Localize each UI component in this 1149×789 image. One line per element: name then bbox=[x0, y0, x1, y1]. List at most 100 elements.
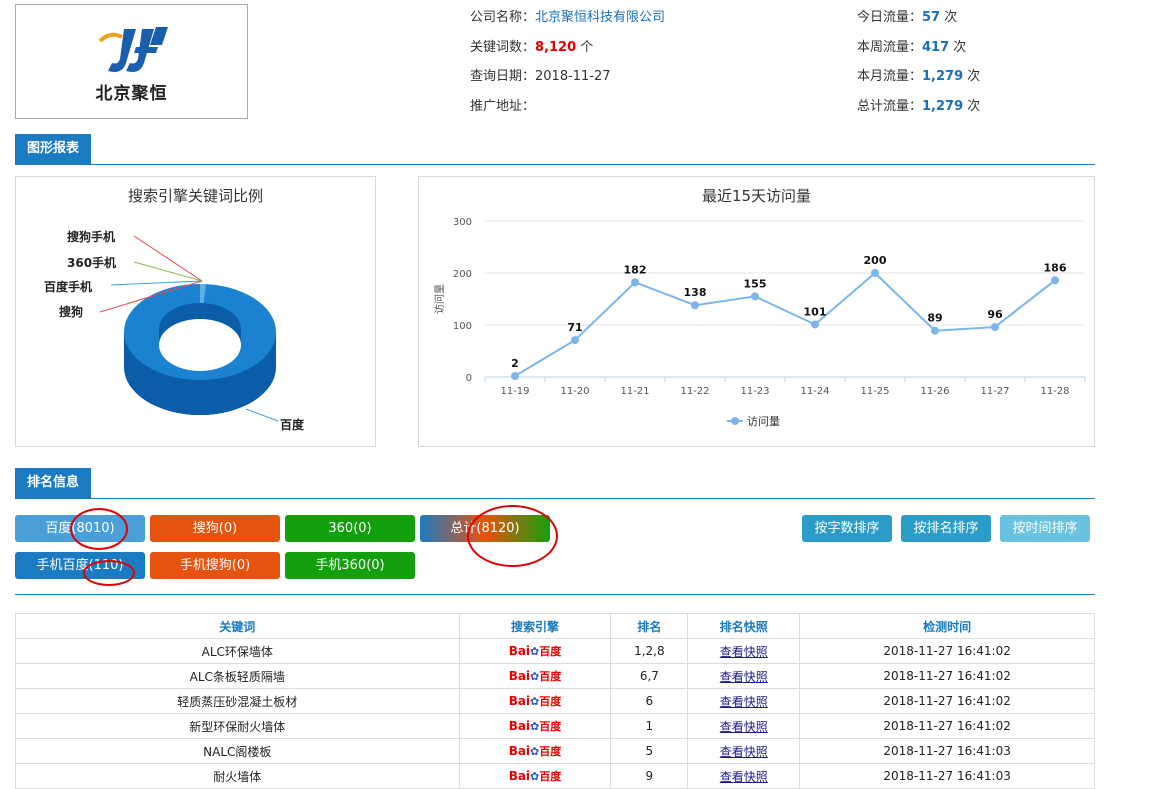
pie-label-sogou-mobile: 搜狗手机 bbox=[67, 229, 115, 244]
data-label: 101 bbox=[804, 305, 827, 318]
keyword-count-label: 关键词数： bbox=[470, 40, 536, 55]
today-traffic-value: 57 bbox=[922, 10, 941, 25]
keyword-count-row: 关键词数：8,120 个 bbox=[470, 38, 665, 58]
table-row: NALC阁楼板 Bai✿百度 5 查看快照 2018-11-27 16:41:0… bbox=[15, 738, 1095, 764]
line-chart: 0 100 200 300 访问量 11-19 11-20 11-21 11-22 11-23 11… bbox=[433, 217, 1086, 428]
traffic-info: 今日流量：57 次 本周流量：417 次 本月流量：1,279 次 总计流量：1… bbox=[857, 8, 980, 117]
company-name-link[interactable]: 北京聚恒科技有限公司 bbox=[535, 10, 665, 25]
legend-marker bbox=[731, 417, 739, 425]
snapshot-link[interactable]: 查看快照 bbox=[720, 770, 768, 784]
logo-mark-icon bbox=[98, 27, 168, 72]
engine-cell: Bai✿百度 bbox=[458, 713, 612, 739]
filter-360-button[interactable]: 360(0) bbox=[285, 515, 415, 542]
snapshot-link[interactable]: 查看快照 bbox=[720, 695, 768, 709]
total-traffic-value: 1,279 bbox=[922, 99, 964, 114]
tab-charts[interactable]: 图形报表 bbox=[15, 134, 92, 164]
time-cell: 2018-11-27 16:41:02 bbox=[799, 688, 1095, 714]
data-point bbox=[631, 278, 639, 287]
keyword-cell: 耐火墙体 bbox=[15, 763, 460, 789]
pie-hole bbox=[159, 319, 241, 371]
time-cell: 2018-11-27 16:41:02 bbox=[799, 713, 1095, 739]
x-tick-label: 11-24 bbox=[800, 386, 829, 397]
total-traffic-unit: 次 bbox=[967, 99, 981, 114]
filter-mobile-360-button[interactable]: 手机360(0) bbox=[285, 552, 415, 579]
table-row: 新型环保耐火墙体 Bai✿百度 1 查看快照 2018-11-27 16:41:… bbox=[15, 713, 1095, 739]
table-row: ALC条板轻质隔墙 Bai✿百度 6,7 查看快照 2018-11-27 16:… bbox=[15, 663, 1095, 689]
snapshot-link[interactable]: 查看快照 bbox=[720, 670, 768, 684]
baidu-logo-icon: Bai✿百度 bbox=[508, 694, 562, 708]
snapshot-link[interactable]: 查看快照 bbox=[720, 645, 768, 659]
month-traffic-label: 本月流量： bbox=[857, 69, 923, 84]
data-point bbox=[811, 320, 819, 329]
data-label: 2 bbox=[511, 357, 519, 370]
x-tick-label: 11-25 bbox=[860, 386, 889, 397]
x-tick-label: 11-19 bbox=[500, 386, 529, 397]
filter-sogou-button[interactable]: 搜狗(0) bbox=[150, 515, 280, 542]
x-tick-label: 11-26 bbox=[920, 386, 949, 397]
section-divider bbox=[15, 594, 1095, 595]
pie-label-baidu-mobile: 百度手机 bbox=[44, 279, 92, 294]
rank-cell: 6 bbox=[610, 688, 689, 714]
annotation-circle bbox=[467, 505, 558, 567]
section-divider bbox=[15, 164, 1095, 165]
pie-label-sogou: 搜狗 bbox=[59, 304, 83, 319]
filter-mobile-sogou-button[interactable]: 手机搜狗(0) bbox=[150, 552, 280, 579]
week-traffic-value: 417 bbox=[922, 40, 950, 55]
baidu-logo-icon: Bai✿百度 bbox=[508, 669, 562, 683]
week-traffic-unit: 次 bbox=[953, 40, 967, 55]
data-label: 89 bbox=[927, 312, 942, 325]
x-tick-label: 11-21 bbox=[620, 386, 649, 397]
month-traffic-unit: 次 bbox=[967, 69, 981, 84]
snapshot-cell: 查看快照 bbox=[687, 713, 801, 739]
keyword-cell: ALC条板轻质隔墙 bbox=[15, 663, 460, 689]
y-tick-label: 100 bbox=[453, 321, 472, 332]
week-traffic-row: 本周流量：417 次 bbox=[857, 38, 980, 58]
query-date-value: 2018-11-27 bbox=[535, 69, 611, 84]
company-info: 公司名称：北京聚恒科技有限公司 关键词数：8,120 个 查询日期：2018-1… bbox=[470, 8, 665, 117]
data-label: 96 bbox=[987, 308, 1003, 321]
data-point bbox=[691, 301, 699, 310]
rank-cell: 6,7 bbox=[610, 663, 689, 689]
keyword-count-unit: 个 bbox=[580, 40, 594, 55]
pie-chart-panel: 搜索引擎关键词比例 搜狗手机 360手机 百度手机 搜狗 百度 bbox=[15, 176, 376, 447]
baidu-logo-icon: Bai✿百度 bbox=[508, 719, 562, 733]
table-row: 轻质蒸压砂混凝土板材 Bai✿百度 6 查看快照 2018-11-27 16:4… bbox=[15, 688, 1095, 714]
today-traffic-row: 今日流量：57 次 bbox=[857, 8, 980, 28]
query-date-row: 查询日期：2018-11-27 bbox=[470, 67, 665, 87]
line-chart-panel: 最近15天访问量 0 100 200 300 访问量 11-19 11-20 11-21 11-… bbox=[418, 176, 1095, 447]
y-tick-label: 0 bbox=[466, 373, 472, 384]
sort-by-time-button[interactable]: 按时间排序 bbox=[1000, 515, 1090, 542]
engine-cell: Bai✿百度 bbox=[458, 738, 612, 764]
keyword-cell: 新型环保耐火墙体 bbox=[15, 713, 460, 739]
rank-cell: 1 bbox=[610, 713, 689, 739]
week-traffic-label: 本周流量： bbox=[857, 40, 923, 55]
baidu-logo-icon: Bai✿百度 bbox=[508, 744, 562, 758]
data-point bbox=[991, 323, 999, 332]
snapshot-cell: 查看快照 bbox=[687, 738, 801, 764]
tab-ranking[interactable]: 排名信息 bbox=[15, 468, 92, 498]
snapshot-cell: 查看快照 bbox=[687, 763, 801, 789]
annotation-circle bbox=[83, 560, 135, 586]
sort-by-rank-button[interactable]: 按排名排序 bbox=[901, 515, 991, 542]
snapshot-link[interactable]: 查看快照 bbox=[720, 720, 768, 734]
x-tick-label: 11-22 bbox=[680, 386, 709, 397]
keyword-cell: 轻质蒸压砂混凝土板材 bbox=[15, 688, 460, 714]
y-axis-label: 访问量 bbox=[433, 284, 446, 314]
time-cell: 2018-11-27 16:41:03 bbox=[799, 738, 1095, 764]
company-name-label: 公司名称： bbox=[470, 10, 536, 25]
series-line-visits bbox=[514, 271, 1056, 377]
col-header-snapshot: 排名快照 bbox=[687, 613, 801, 639]
sort-by-chars-button[interactable]: 按字数排序 bbox=[802, 515, 892, 542]
time-cell: 2018-11-27 16:41:02 bbox=[799, 638, 1095, 664]
snapshot-link[interactable]: 查看快照 bbox=[720, 745, 768, 759]
ranking-table: 关键词 搜索引擎 排名 排名快照 检测时间 ALC环保墙体 Bai✿百度 1,2… bbox=[15, 613, 1095, 789]
engine-cell: Bai✿百度 bbox=[458, 663, 612, 689]
company-name-row: 公司名称：北京聚恒科技有限公司 bbox=[470, 8, 665, 28]
data-point bbox=[511, 371, 519, 380]
pie-chart: 搜狗手机 360手机 百度手机 搜狗 百度 bbox=[44, 229, 305, 432]
rank-cell: 5 bbox=[610, 738, 689, 764]
keyword-count-value: 8,120 bbox=[535, 40, 577, 55]
pie-label-baidu: 百度 bbox=[280, 417, 305, 432]
today-traffic-unit: 次 bbox=[944, 10, 958, 25]
promo-url-row: 推广地址： bbox=[470, 97, 665, 117]
